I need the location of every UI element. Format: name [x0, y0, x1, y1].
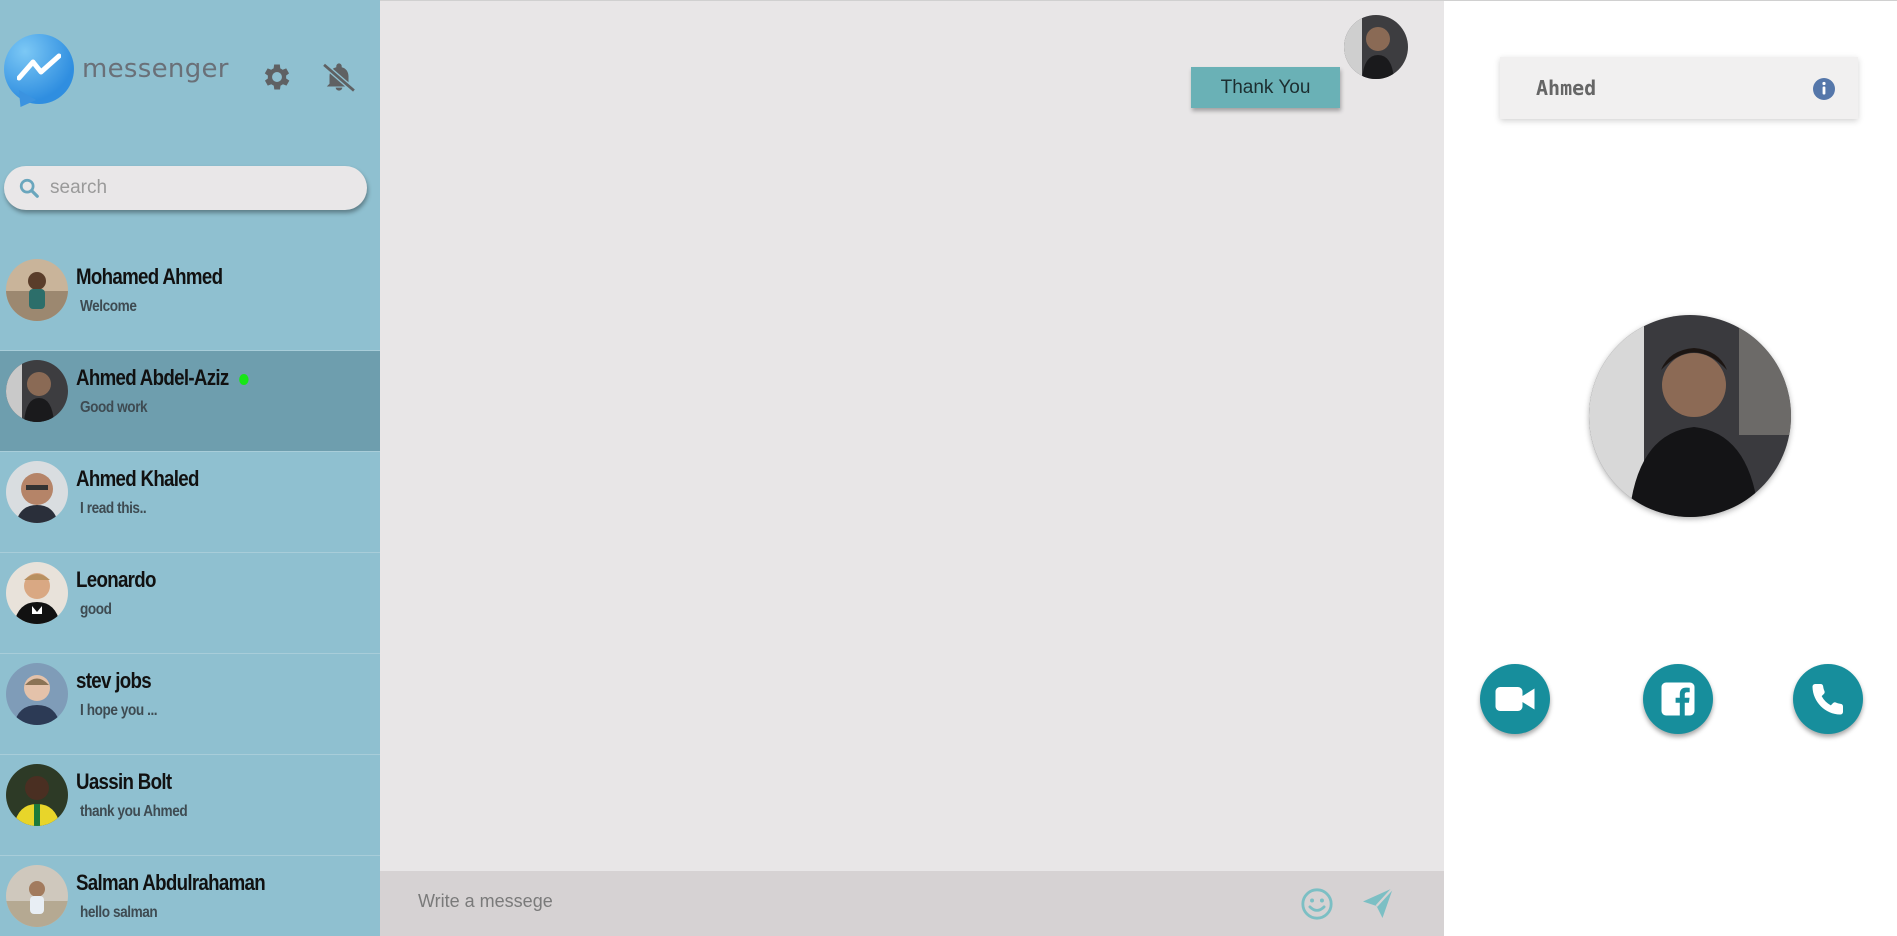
sidebar: messenger search Mohamed Ahmed Welcome A…	[0, 0, 380, 936]
phone-icon	[1812, 683, 1844, 715]
contact-last-message: Good work	[80, 399, 148, 416]
info-icon[interactable]	[1812, 77, 1836, 101]
contact-last-message: Welcome	[80, 298, 137, 315]
contact-name: Uassin Bolt	[76, 769, 172, 794]
contact-name-text: Ahmed Abdel-Aziz	[76, 365, 229, 390]
contact-info-panel: Ahmed	[1444, 0, 1897, 936]
emoji-icon[interactable]	[1300, 887, 1334, 921]
avatar	[6, 562, 68, 624]
contact-name: Leonardo	[76, 567, 156, 592]
mute-notifications-icon[interactable]	[320, 60, 356, 94]
avatar	[6, 764, 68, 826]
phone-call-button[interactable]	[1793, 664, 1863, 734]
contact-last-message: thank you Ahmed	[80, 803, 188, 820]
search-box[interactable]	[4, 166, 367, 210]
video-camera-icon	[1495, 687, 1535, 711]
profile-photo	[1589, 315, 1791, 517]
search-input[interactable]	[50, 177, 330, 199]
video-call-button[interactable]	[1480, 664, 1550, 734]
contact-name: Mohamed Ahmed	[76, 264, 223, 289]
online-status-icon	[238, 373, 249, 385]
chat-panel: Thank You	[380, 0, 1444, 936]
contact-last-message: I hope you ...	[80, 702, 158, 719]
avatar	[6, 663, 68, 725]
avatar	[6, 259, 68, 321]
contact-item[interactable]: Uassin Bolt thank you Ahmed	[0, 755, 380, 856]
contact-item[interactable]: Leonardo good	[0, 553, 380, 654]
search-icon	[19, 178, 39, 198]
message-composer	[380, 871, 1444, 936]
facebook-button[interactable]	[1643, 664, 1713, 734]
contact-name: stev jobs	[76, 668, 152, 693]
contact-name: Salman Abdulrahaman	[76, 870, 266, 895]
contact-last-message: good	[80, 601, 112, 618]
brand: messenger	[4, 34, 229, 104]
brand-name: messenger	[82, 54, 229, 84]
message-input[interactable]	[418, 891, 1218, 912]
avatar	[6, 461, 68, 523]
contact-last-message: hello salman	[80, 904, 158, 921]
send-icon[interactable]	[1360, 885, 1396, 921]
facebook-icon	[1661, 682, 1695, 716]
contact-list: Mohamed Ahmed Welcome Ahmed Abdel-Aziz G…	[0, 250, 380, 936]
avatar	[6, 865, 68, 927]
contact-last-message: I read this..	[80, 500, 147, 517]
messenger-app: messenger search Mohamed Ahmed Welcome A…	[0, 0, 1897, 936]
contact-item[interactable]: Mohamed Ahmed Welcome	[0, 250, 380, 351]
contact-item-active[interactable]: Ahmed Abdel-Aziz Good work	[0, 351, 380, 452]
message-sender-avatar	[1344, 15, 1408, 79]
contact-info-header: Ahmed	[1500, 57, 1858, 119]
message-bubble: Thank You	[1191, 67, 1340, 108]
contact-item[interactable]: Salman Abdulrahaman hello salman	[0, 856, 380, 936]
avatar	[6, 360, 68, 422]
contact-name: Ahmed Abdel-Aziz	[76, 365, 249, 391]
contact-item[interactable]: stev jobs I hope you ...	[0, 654, 380, 755]
messenger-logo-icon	[4, 34, 74, 104]
contact-info-name: Ahmed	[1536, 76, 1597, 100]
contact-item[interactable]: Ahmed Khaled I read this..	[0, 452, 380, 553]
contact-name: Ahmed Khaled	[76, 466, 199, 491]
settings-gear-icon[interactable]	[260, 60, 294, 94]
